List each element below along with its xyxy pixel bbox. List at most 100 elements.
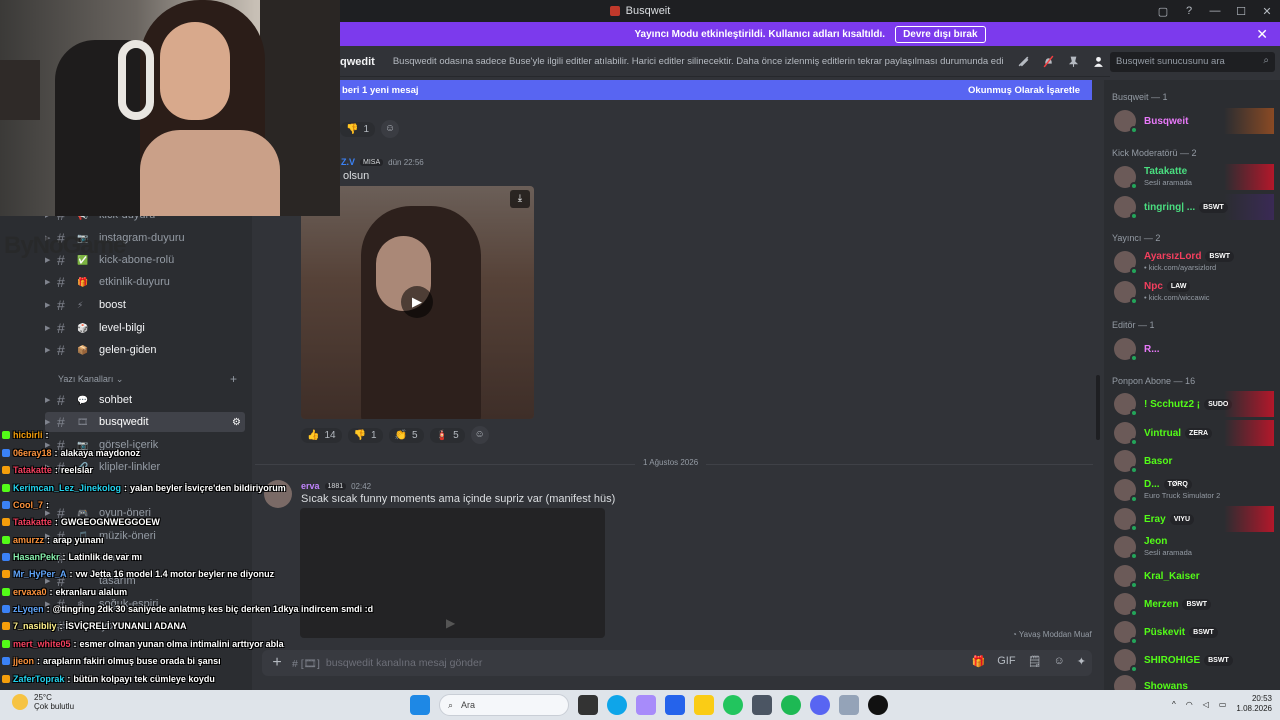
text-channel-2[interactable]: ▶ # 🎞 busqwedit ⚙ [45, 412, 245, 432]
play-icon-2[interactable]: ▶ [446, 616, 455, 630]
member-item[interactable]: Jeon Sesli aramada [1114, 533, 1274, 561]
gif-icon[interactable]: GIF [997, 655, 1015, 668]
battery-icon[interactable]: ▭ [1219, 700, 1227, 709]
member-item[interactable]: Basor [1114, 447, 1274, 475]
member-item[interactable]: Busqweit [1114, 107, 1274, 135]
taskbar-search[interactable]: ⌕ Ara [439, 694, 569, 716]
member-group-label: Yayıncı — 2 [1112, 233, 1161, 243]
member-item[interactable]: Tatakatte Sesli aramada [1114, 163, 1274, 191]
mark-as-read-button[interactable]: Okunmuş Olarak İşaretle [968, 85, 1080, 96]
discord-icon[interactable] [810, 695, 830, 715]
volume-icon[interactable]: ◁ [1203, 700, 1209, 709]
reaction-chip[interactable]: 👎 1 [347, 427, 383, 443]
add-reaction-icon[interactable]: ☺ [470, 426, 489, 444]
member-item[interactable]: SHIROHIGE BSWT [1114, 646, 1274, 674]
avatar[interactable] [264, 480, 292, 508]
banner-close-icon[interactable]: ✕ [1256, 26, 1268, 43]
gift-icon[interactable]: 🎁 [972, 655, 986, 668]
text-channel-5[interactable]: ▶ # 🎮 oyun-öneri [45, 503, 245, 523]
minimize-button[interactable]: — [1202, 5, 1228, 17]
settings-gear-icon[interactable] [839, 695, 859, 715]
text-channel-8[interactable]: ▶ # tasarım [45, 571, 245, 591]
text-channel-10[interactable]: ▶ # iyorsunuz [45, 616, 245, 636]
start-icon[interactable] [410, 695, 430, 715]
member-item[interactable]: Npc LAW • kick.com/wiccawic [1114, 278, 1274, 306]
status-dot [1130, 267, 1138, 275]
member-item[interactable]: Püskevit BSWT [1114, 618, 1274, 646]
store-icon[interactable] [665, 695, 685, 715]
sidebar-channel-5[interactable]: ▶ # ⚡ boost [45, 295, 245, 315]
message-author-2[interactable]: erva [301, 481, 320, 491]
obs-icon[interactable] [868, 695, 888, 715]
play-icon[interactable]: ▶ [401, 286, 433, 318]
server-search-input[interactable]: Busqweit sunucusunu ara ⌕ [1110, 52, 1275, 72]
network-icon[interactable]: ◠ [1186, 700, 1193, 709]
pinned-messages-icon[interactable] [1067, 55, 1080, 68]
task-view-icon[interactable] [578, 695, 598, 715]
channel-emoji: 🎞 [77, 416, 89, 427]
text-channel-9[interactable]: ▶ # ❄ soğuk-espiri [45, 594, 245, 614]
sticker-icon[interactable]: 🗒 [1028, 655, 1042, 668]
sidebar-channel-6[interactable]: ▶ # 🎲 level-bilgi [45, 318, 245, 338]
sidebar-channel-7[interactable]: ▶ # 📦 gelen-giden [45, 340, 245, 360]
clock[interactable]: 20:53 1.08.2026 [1236, 694, 1272, 714]
text-channel-6[interactable]: ▶ # 🎵 müzik-öneri [45, 526, 245, 546]
edge-icon[interactable] [607, 695, 627, 715]
member-list-icon[interactable] [1092, 55, 1105, 68]
help-icon[interactable]: ? [1176, 5, 1202, 17]
message-author[interactable]: Z.V [341, 157, 355, 167]
member-item[interactable]: Showans [1114, 672, 1274, 690]
reaction-chip[interactable]: 👍 14 [301, 427, 342, 443]
add-reaction-icon[interactable]: ☺ [381, 120, 400, 138]
attach-plus-icon[interactable]: + [262, 654, 292, 672]
chrome-icon[interactable] [723, 695, 743, 715]
tray-arrow-icon[interactable]: ^ [1172, 700, 1176, 709]
text-channel-3[interactable]: ▶ # 📷 görsel-içerik [45, 435, 245, 455]
member-item[interactable]: tingring| ... BSWT [1114, 193, 1274, 221]
member-item[interactable]: Eray VIYU [1114, 505, 1274, 533]
copilot-icon[interactable] [636, 695, 656, 715]
new-messages-bar[interactable]: beri 1 yeni mesaj Okunmuş Olarak İşaretl… [340, 80, 1092, 100]
sidebar-channel-4[interactable]: ▶ # 🎁 etkinlik-duyuru [45, 272, 245, 292]
calculator-icon[interactable] [752, 695, 772, 715]
text-channel-7[interactable]: ▶ # -öneri [45, 548, 245, 568]
download-icon[interactable]: ⤓ [510, 190, 530, 208]
reaction-chip[interactable]: 🧯 5 [429, 427, 465, 443]
member-item[interactable]: AyarsızLord BSWT • kick.com/ayarsizlord [1114, 248, 1274, 276]
channel-topic[interactable]: Busqwedit odasına sadece Buse'yle ilgili… [393, 56, 1003, 67]
member-name-wrap: Merzen BSWT [1144, 598, 1212, 610]
member-item[interactable]: Vintrual ZERA [1114, 419, 1274, 447]
member-item[interactable]: Merzen BSWT [1114, 590, 1274, 618]
video-attachment-2[interactable]: ▶ [300, 508, 605, 638]
add-channel-icon[interactable]: + [230, 372, 237, 386]
reaction-thumbs-down[interactable]: 👎 1 [340, 121, 376, 137]
inbox-icon[interactable]: ▢ [1150, 5, 1176, 18]
channel-emoji: 🎁 [77, 276, 89, 287]
channel-settings-icon[interactable]: ⚙ [232, 417, 241, 428]
member-item[interactable]: ! Scchutz2 ¡ SUDO [1114, 390, 1274, 418]
hash-icon: # [57, 596, 65, 612]
message-composer[interactable]: + # [🎞] busqwedit kanalına mesaj gönder … [262, 650, 1092, 676]
close-window-button[interactable]: ✕ [1254, 5, 1280, 18]
file-explorer-icon[interactable] [694, 695, 714, 715]
reaction-chip[interactable]: 👏 5 [388, 427, 424, 443]
member-item[interactable]: D... TØRQ Euro Truck Simulator 2 [1114, 476, 1274, 504]
video-attachment[interactable]: ▶ ⤓ [301, 186, 534, 419]
text-channel-1[interactable]: ▶ # 💬 sohbet [45, 390, 245, 410]
expand-arrow-icon: ▶ [45, 302, 51, 309]
spotify-icon[interactable] [781, 695, 801, 715]
message-scrollbar[interactable] [1096, 375, 1100, 440]
maximize-button[interactable]: ☐ [1228, 5, 1254, 18]
reaction-emoji: 👍 [307, 429, 320, 441]
disable-streamer-mode-button[interactable]: Devre dışı bırak [895, 25, 986, 43]
text-channel-4[interactable]: ▶ # 🔗 klipler-linkler [45, 457, 245, 477]
member-name: Tatakatte [1144, 166, 1188, 177]
emoji-icon[interactable]: ☺ [1054, 655, 1065, 668]
weather-widget[interactable]: 25°C Çok bulutlu [12, 693, 74, 711]
threads-icon[interactable] [1017, 55, 1030, 68]
notification-bell-icon[interactable] [1042, 55, 1055, 68]
member-item[interactable]: R... [1114, 335, 1274, 363]
member-item[interactable]: Kral_Kaiser [1114, 562, 1274, 590]
apps-icon[interactable]: ✦ [1077, 655, 1086, 668]
category-text-channels[interactable]: Yazı Kanalları ⌄ + [58, 372, 243, 386]
